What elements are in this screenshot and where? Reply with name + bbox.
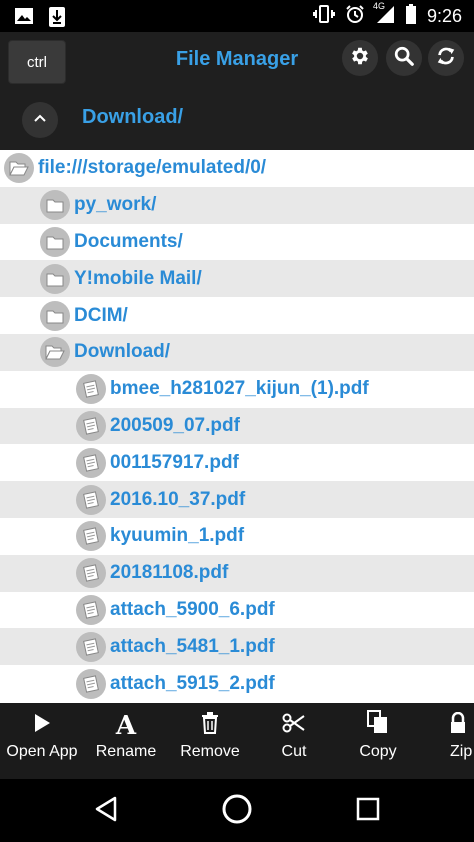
back-triangle-icon: [94, 796, 118, 827]
system-nav-bar: [0, 779, 474, 842]
folder-row[interactable]: Documents/: [0, 224, 474, 261]
home-button[interactable]: [219, 793, 255, 829]
document-icon: [76, 484, 106, 515]
open-app-button[interactable]: Open App: [0, 703, 84, 779]
tree-item-label: Download/: [74, 341, 171, 363]
status-bar: 4G 9:26: [0, 0, 474, 32]
cut-label: Cut: [281, 743, 307, 760]
tree-item-label: Y!mobile Mail/: [74, 267, 202, 289]
rename-label: Rename: [95, 743, 157, 760]
image-icon: [14, 6, 34, 33]
document-icon: [76, 558, 106, 589]
tree-item-label: attach_5481_1.pdf: [110, 635, 275, 657]
folder-row[interactable]: Y!mobile Mail/: [0, 260, 474, 298]
refresh-button[interactable]: [428, 40, 464, 76]
tree-item-label: attach_5900_6.pdf: [110, 598, 275, 620]
remove-label: Remove: [180, 743, 240, 760]
folder-row[interactable]: py_work/: [0, 186, 474, 224]
document-icon: [76, 631, 106, 662]
copy-button[interactable]: Copy: [338, 703, 418, 779]
document-icon: [76, 594, 106, 625]
app-header: ctrl File Manager Download/: [0, 32, 474, 150]
tree-item-label: 20181108.pdf: [110, 562, 229, 584]
document-icon: [76, 374, 106, 405]
folder-open-icon: [4, 153, 34, 184]
file-row[interactable]: 2016.10_37.pdf: [0, 481, 474, 518]
tree-item-label: attach_5915_2.pdf: [110, 672, 275, 694]
document-icon: [76, 521, 106, 552]
tree-item-label: file:///storage/emulated/0/: [38, 157, 267, 179]
tree-item-label: DCIM/: [74, 304, 128, 326]
parent-directory-button[interactable]: [22, 102, 58, 138]
file-row[interactable]: 20181108.pdf: [0, 554, 474, 592]
font-icon: A: [115, 711, 137, 741]
download-icon: [48, 6, 66, 33]
cut-button[interactable]: Cut: [254, 703, 334, 779]
tree-item-label: 2016.10_37.pdf: [110, 488, 246, 510]
file-row[interactable]: bmee_h281027_kijun_(1).pdf: [0, 371, 474, 408]
network-type-label: 4G: [372, 1, 385, 11]
file-row[interactable]: attach_5915_2.pdf: [0, 665, 474, 702]
folder-icon: [40, 226, 70, 257]
folder-icon: [40, 263, 70, 294]
document-icon: [76, 410, 106, 441]
copy-icon: [367, 710, 389, 739]
rename-button[interactable]: A Rename: [86, 703, 166, 779]
search-icon: [393, 45, 415, 72]
current-path: Download/: [82, 106, 184, 128]
remove-button[interactable]: Remove: [170, 703, 250, 779]
file-row[interactable]: 001157917.pdf: [0, 444, 474, 481]
play-icon: [32, 712, 52, 739]
file-row[interactable]: kyuumin_1.pdf: [0, 518, 474, 555]
refresh-icon: [435, 45, 457, 72]
folder-open-icon: [40, 337, 70, 368]
recents-square-icon: [356, 797, 380, 826]
open-app-label: Open App: [6, 743, 78, 760]
file-row[interactable]: attach_5481_1.pdf: [0, 628, 474, 666]
tree-item-label: kyuumin_1.pdf: [110, 525, 245, 547]
home-circle-icon: [221, 793, 253, 830]
recents-button[interactable]: [350, 793, 386, 829]
file-row[interactable]: attach_5900_6.pdf: [0, 592, 474, 629]
chevron-up-icon: [32, 110, 48, 131]
tree-item-label: Documents/: [74, 230, 183, 252]
scissors-icon: [282, 712, 306, 739]
folder-row[interactable]: DCIM/: [0, 297, 474, 334]
folder-row[interactable]: Download/: [0, 334, 474, 371]
back-button[interactable]: [88, 793, 124, 829]
folder-icon: [40, 300, 70, 331]
signal-icon: 4G: [372, 1, 395, 29]
settings-button[interactable]: [342, 40, 378, 76]
zip-button[interactable]: Zip: [440, 703, 474, 779]
action-toolbar: Open App A Rename Remove Cut Copy Zip: [0, 703, 474, 779]
tree-item-label: bmee_h281027_kijun_(1).pdf: [110, 378, 369, 400]
trash-icon: [201, 712, 219, 739]
tree-item-label: 200509_07.pdf: [110, 414, 240, 436]
folder-icon: [40, 190, 70, 221]
document-icon: [76, 447, 106, 478]
tree-item-label: 001157917.pdf: [110, 451, 239, 473]
settings-icon: [349, 45, 371, 72]
zip-label: Zip: [450, 743, 473, 760]
document-icon: [76, 668, 106, 699]
alarm-icon: [345, 4, 365, 29]
battery-icon: [405, 4, 417, 29]
search-button[interactable]: [386, 40, 422, 76]
folder-row[interactable]: file:///storage/emulated/0/: [0, 150, 474, 187]
file-tree: file:///storage/emulated/0/py_work/Docum…: [0, 150, 474, 703]
copy-label: Copy: [359, 743, 397, 760]
tree-item-label: py_work/: [74, 194, 157, 216]
lock-icon: [450, 711, 466, 739]
clock: 9:26: [426, 6, 462, 26]
file-row[interactable]: 200509_07.pdf: [0, 407, 474, 445]
vibrate-icon: [312, 4, 335, 29]
